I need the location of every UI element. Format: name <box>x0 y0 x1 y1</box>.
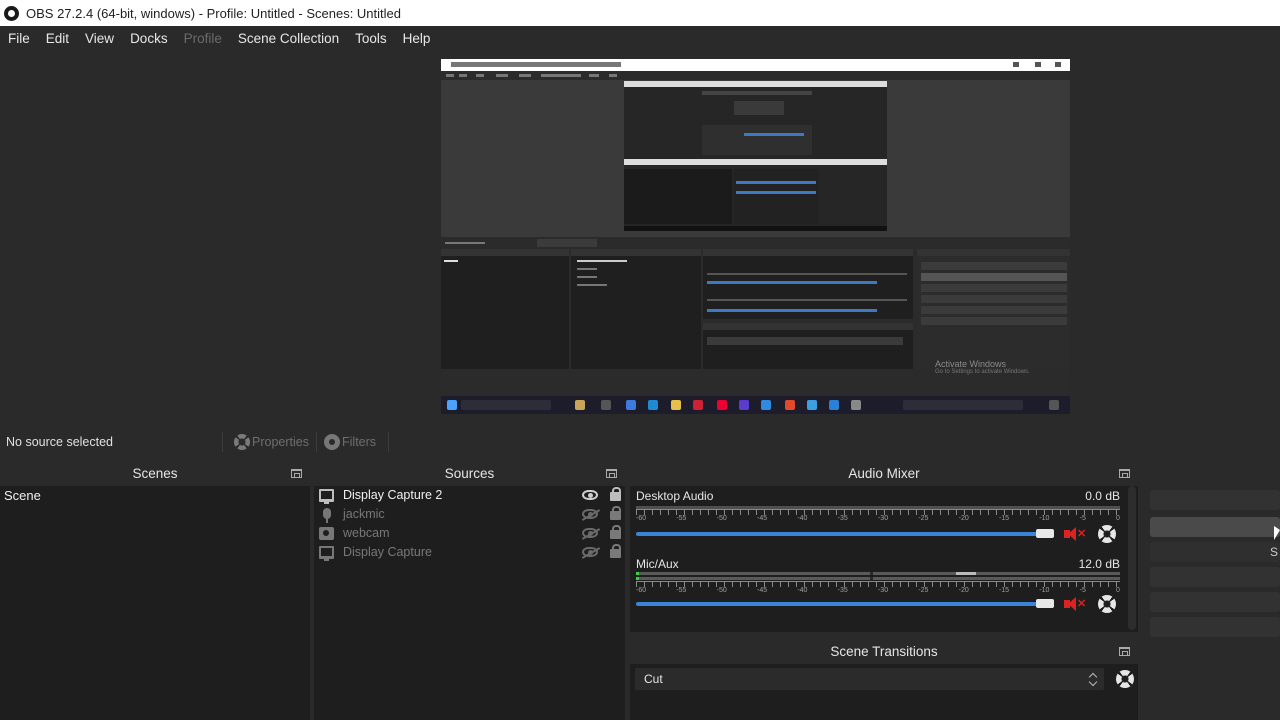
control-button-hovered[interactable] <box>1150 517 1280 537</box>
toolbar-divider <box>222 432 223 452</box>
audio-mixer-body: Desktop Audio 0.0 dB -60 -55 -50 -45 -40 -35-… <box>630 486 1138 632</box>
muted-speaker-icon[interactable]: ✕ <box>1064 597 1086 611</box>
properties-button[interactable]: Properties <box>234 432 309 452</box>
volume-slider[interactable] <box>636 602 1054 606</box>
channel-name: Desktop Audio <box>636 489 714 503</box>
microphone-icon <box>323 508 331 523</box>
scenes-dock: Scenes Scene <box>0 462 310 720</box>
monitor-icon <box>319 489 334 504</box>
gear-icon <box>1116 670 1134 688</box>
preview-nested-titlebar <box>441 59 1070 71</box>
camera-icon <box>319 527 334 540</box>
undock-icon[interactable] <box>291 469 302 478</box>
undock-icon[interactable] <box>1119 647 1130 656</box>
gear-icon <box>1098 595 1116 613</box>
muted-speaker-icon[interactable]: ✕ <box>1064 527 1086 541</box>
source-item-display-capture[interactable]: Display Capture <box>314 543 625 562</box>
scene-transitions-dock: Scene Transitions Cut <box>630 640 1138 720</box>
menu-view[interactable]: View <box>77 31 122 46</box>
window-title: OBS 27.2.4 (64-bit, windows) - Profile: … <box>26 5 401 21</box>
channel-db-readout: 0.0 dB <box>1085 489 1120 503</box>
source-item-webcam[interactable]: webcam <box>314 524 625 543</box>
volume-slider-handle[interactable] <box>1036 529 1054 538</box>
scenes-dock-header: Scenes <box>0 462 310 486</box>
select-arrows-icon <box>1090 672 1098 686</box>
menu-bar: File Edit View Docks Profile Scene Colle… <box>0 26 1280 50</box>
menu-file[interactable]: File <box>0 31 38 46</box>
meter-tick-labels: -60 -55 -50 -45 -40 -35 -30 -25 -20 -15 -10 -5 0 <box>636 587 1120 594</box>
control-button[interactable] <box>1150 567 1280 587</box>
undock-icon[interactable] <box>1119 469 1130 478</box>
lock-icon[interactable] <box>610 506 621 520</box>
source-item-jackmic[interactable]: jackmic <box>314 505 625 524</box>
lock-icon[interactable] <box>610 487 621 501</box>
audio-mixer-header: Audio Mixer <box>630 462 1138 486</box>
channel-db-readout: 12.0 dB <box>1078 557 1120 571</box>
monitor-icon <box>319 546 334 561</box>
control-button[interactable] <box>1150 592 1280 612</box>
mixer-scrollbar[interactable] <box>1128 486 1136 630</box>
volume-meter <box>636 577 1120 580</box>
preview-activate-watermark: Activate Windows Go to Settings to activ… <box>935 359 1030 375</box>
channel-settings-button[interactable] <box>1098 595 1116 613</box>
control-button[interactable]: S <box>1150 542 1280 562</box>
control-button[interactable] <box>1150 617 1280 637</box>
lock-icon[interactable] <box>610 544 621 558</box>
undock-icon[interactable] <box>606 469 617 478</box>
scene-transitions-header: Scene Transitions <box>630 640 1138 664</box>
meter-tick-labels: -60 -55 -50 -45 -40 -35 -30 -25 -20 -15 -10 -5 0 <box>636 515 1120 522</box>
toolbar-divider <box>316 432 317 452</box>
scene-list-item[interactable]: Scene <box>0 486 310 506</box>
visibility-eye-off-icon[interactable] <box>582 547 598 557</box>
gear-icon <box>234 434 250 450</box>
mixer-channel-mic-aux: Mic/Aux 12.0 dB -60 -55 -50 -45 -40 -35 -30 -25… <box>630 554 1130 620</box>
menu-edit[interactable]: Edit <box>38 31 77 46</box>
channel-settings-button[interactable] <box>1098 525 1116 543</box>
source-item-display-capture-2[interactable]: Display Capture 2 <box>314 486 625 505</box>
visibility-eye-off-icon[interactable] <box>582 509 598 519</box>
preview-canvas[interactable]: Activate Windows Go to Settings to activ… <box>441 59 1070 414</box>
volume-meter <box>636 572 1120 575</box>
volume-slider[interactable] <box>636 532 1054 536</box>
sources-dock: Sources Display Capture 2 jackmic webcam… <box>314 462 625 720</box>
sources-dock-header: Sources <box>314 462 625 486</box>
preview-nested-taskbar <box>441 396 1070 414</box>
menu-profile[interactable]: Profile <box>176 31 230 46</box>
gear-icon <box>1098 525 1116 543</box>
volume-slider-handle[interactable] <box>1036 599 1054 608</box>
mixer-channel-desktop-audio: Desktop Audio 0.0 dB -60 -55 -50 -45 -40 -35-… <box>630 486 1130 552</box>
transition-settings-button[interactable] <box>1116 670 1136 693</box>
source-toolbar: No source selected Properties Filters <box>0 428 1280 456</box>
menu-tools[interactable]: Tools <box>347 31 395 46</box>
controls-dock: S <box>1146 462 1280 642</box>
filter-icon <box>324 434 340 450</box>
transition-select[interactable]: Cut <box>635 668 1104 690</box>
menu-help[interactable]: Help <box>395 31 439 46</box>
filters-button[interactable]: Filters <box>324 432 376 452</box>
no-source-label: No source selected <box>6 435 114 449</box>
mouse-cursor-icon <box>1274 526 1280 540</box>
window-titlebar: OBS 27.2.4 (64-bit, windows) - Profile: … <box>0 0 1280 26</box>
audio-mixer-dock: Audio Mixer Desktop Audio 0.0 dB -60 -55-… <box>630 462 1138 632</box>
menu-docks[interactable]: Docks <box>122 31 176 46</box>
preview-nested-obs <box>624 81 887 231</box>
visibility-eye-icon[interactable] <box>582 490 598 500</box>
toolbar-divider <box>388 432 389 452</box>
lock-icon[interactable] <box>610 525 621 539</box>
obs-logo-icon <box>4 5 19 21</box>
preview-nested-menubar <box>441 71 1070 80</box>
control-button[interactable] <box>1150 490 1280 510</box>
menu-scene-collection[interactable]: Scene Collection <box>230 31 347 46</box>
visibility-eye-off-icon[interactable] <box>582 528 598 538</box>
channel-name: Mic/Aux <box>636 557 679 571</box>
